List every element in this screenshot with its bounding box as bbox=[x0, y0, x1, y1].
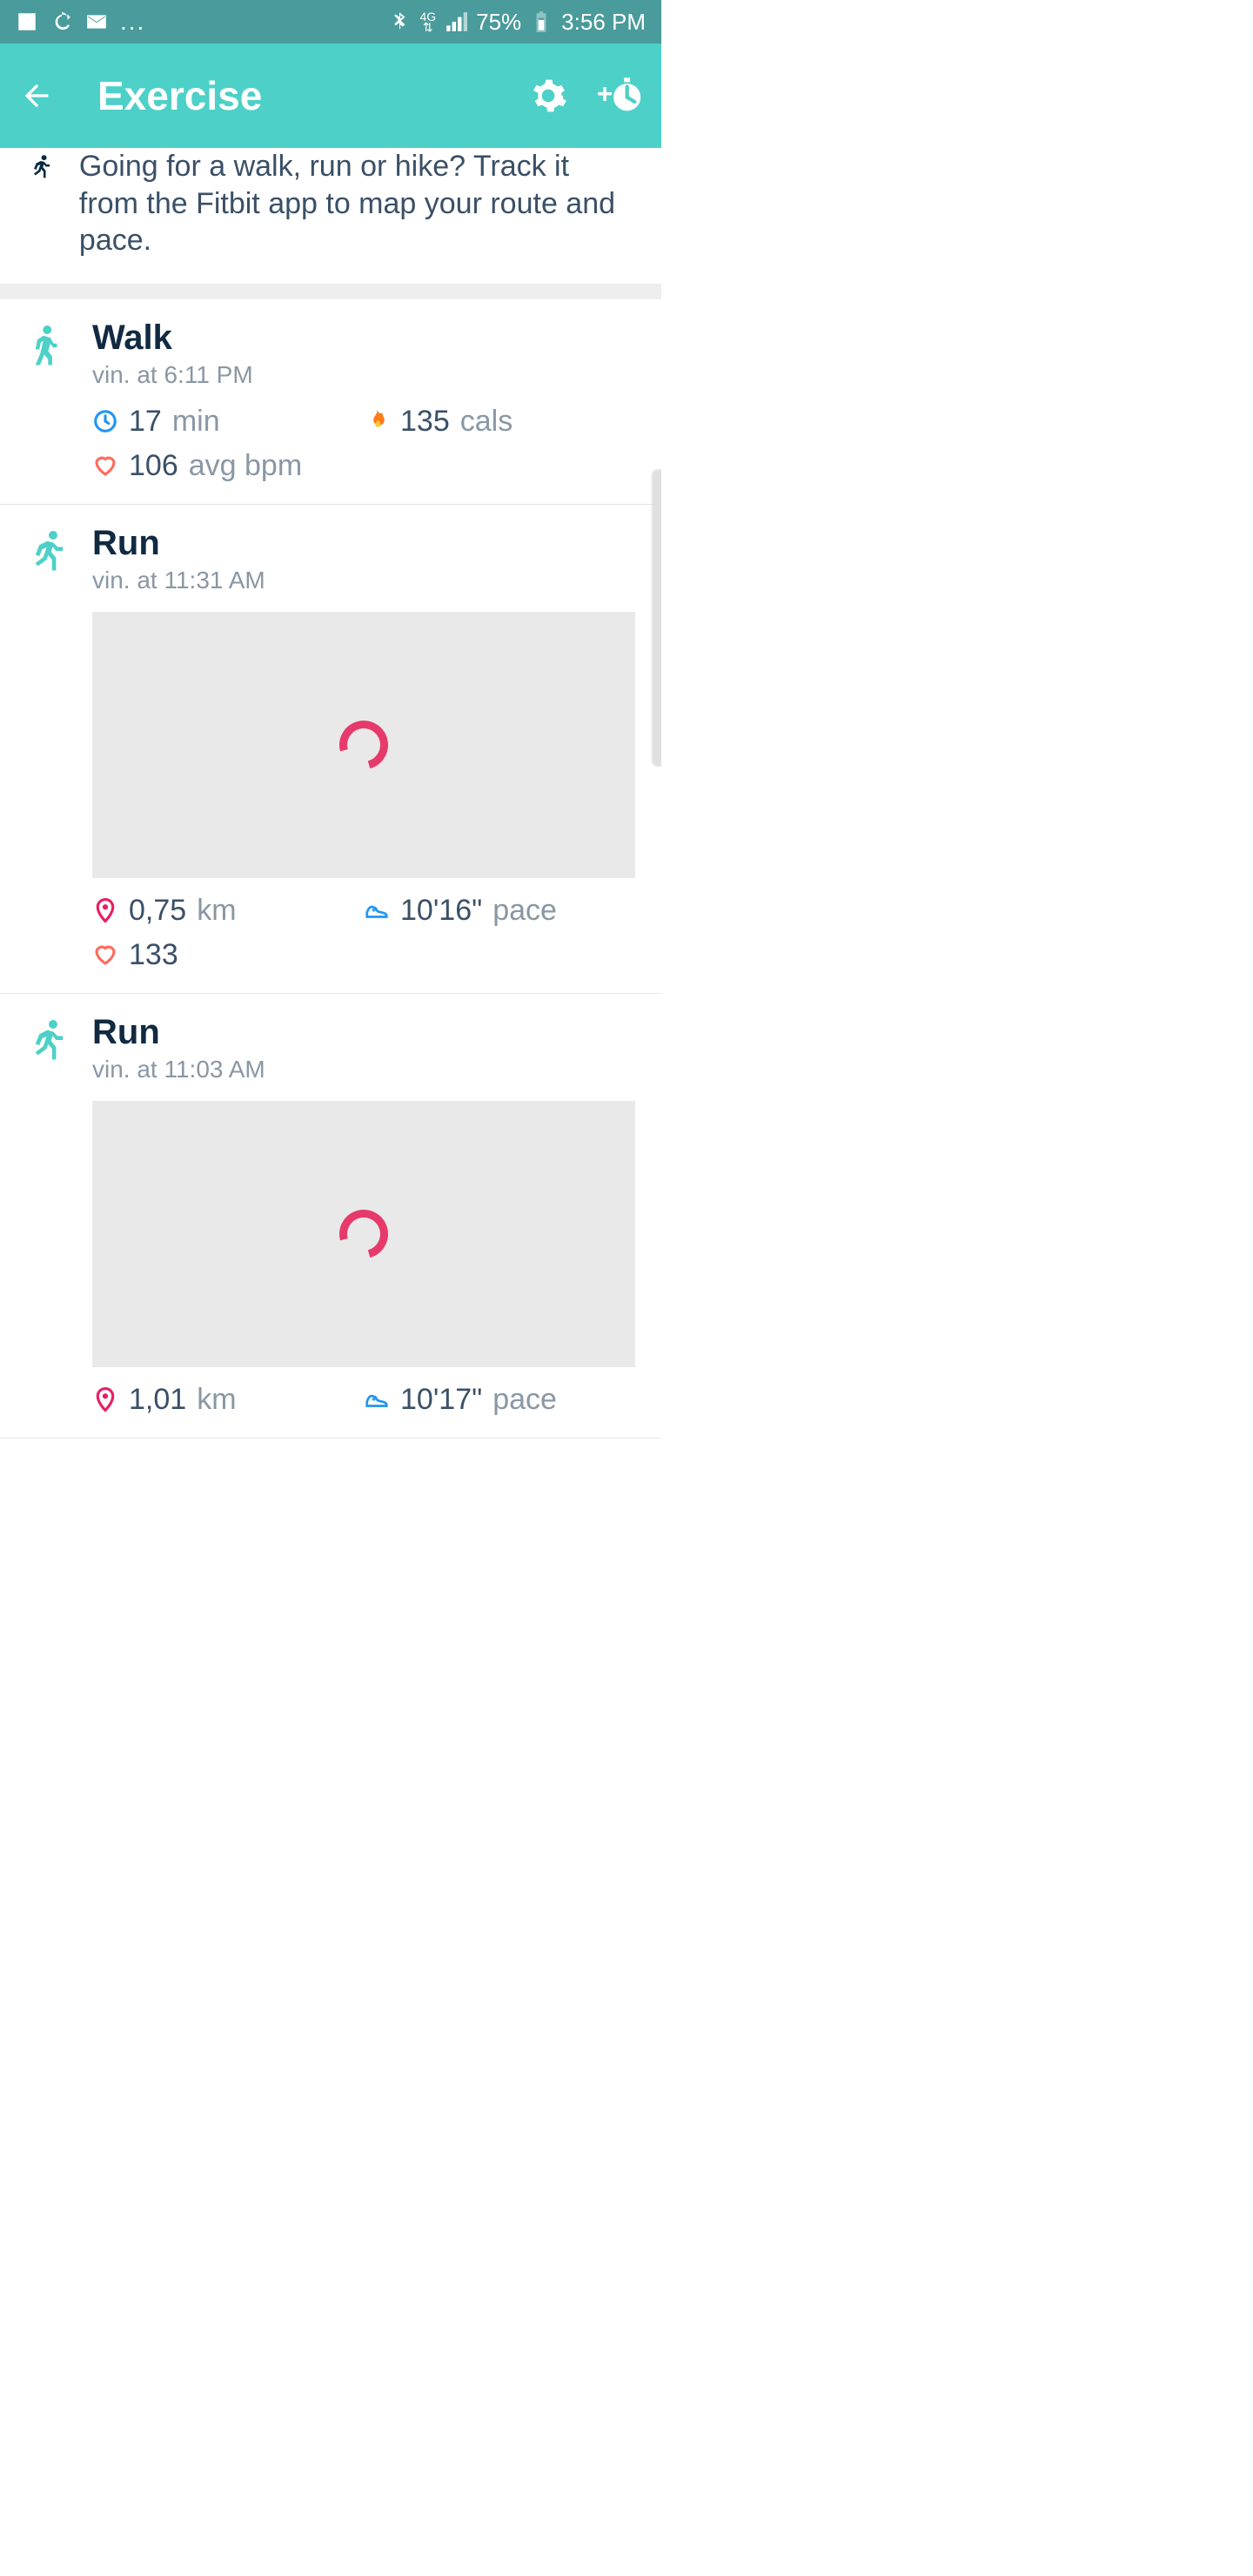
stat-shoe: 10'16" pace bbox=[364, 894, 635, 928]
stat-shoe: 10'17" pace bbox=[364, 1383, 635, 1417]
add-stopwatch-icon[interactable]: + bbox=[597, 73, 642, 118]
signal-icon bbox=[445, 10, 467, 33]
exercise-row[interactable]: Walk vin. at 6:11 PM 17 min 135 cals 106 avg bp… bbox=[0, 299, 661, 505]
stat-value: 135 bbox=[400, 405, 450, 439]
exercise-subtitle: vin. at 6:11 PM bbox=[92, 361, 635, 389]
svg-text:+: + bbox=[597, 79, 613, 110]
flame-icon bbox=[364, 408, 390, 434]
stat-unit: km bbox=[197, 894, 236, 928]
picture-icon bbox=[16, 10, 38, 33]
mail-icon bbox=[85, 10, 108, 33]
stat-pin: 1,01 km bbox=[92, 1383, 364, 1417]
more-notifications-icon: ... bbox=[120, 17, 145, 26]
exercise-subtitle: vin. at 11:31 AM bbox=[92, 567, 635, 594]
stat-value: 0,75 bbox=[129, 894, 186, 928]
status-bar: ... 4G ⇅ 75% 3:56 PM bbox=[0, 0, 661, 44]
bluetooth-icon bbox=[388, 10, 411, 33]
stat-value: 1,01 bbox=[129, 1383, 186, 1417]
stat-heart: 133 bbox=[92, 938, 364, 972]
exercise-title: Walk bbox=[92, 319, 635, 358]
heart-icon bbox=[92, 942, 118, 968]
walk-icon bbox=[22, 322, 69, 369]
stat-unit: min bbox=[172, 405, 220, 439]
exercise-title: Run bbox=[92, 524, 635, 563]
pin-icon bbox=[92, 1386, 118, 1412]
loading-spinner-icon bbox=[331, 1200, 397, 1266]
stat-unit: pace bbox=[492, 1383, 557, 1417]
scroll-handle[interactable] bbox=[653, 470, 661, 766]
clock-time: 3:56 PM bbox=[561, 9, 646, 36]
gear-icon[interactable] bbox=[529, 77, 567, 115]
stat-pin: 0,75 km bbox=[92, 894, 364, 928]
map-placeholder bbox=[92, 612, 635, 878]
runner-icon bbox=[26, 153, 53, 180]
stat-value: 106 bbox=[129, 449, 178, 483]
run-icon bbox=[22, 1016, 69, 1063]
stat-unit: avg bpm bbox=[189, 449, 302, 483]
clock-icon bbox=[92, 408, 118, 434]
app-bar: Exercise + bbox=[0, 44, 661, 148]
back-arrow-icon[interactable] bbox=[19, 78, 54, 113]
stat-unit: km bbox=[197, 1383, 236, 1417]
shoe-icon bbox=[364, 897, 390, 923]
heart-icon bbox=[92, 453, 118, 479]
loading-spinner-icon bbox=[331, 711, 397, 777]
exercise-row[interactable]: Run vin. at 11:31 AM 0,75 km 10'16" pace 133 bbox=[0, 505, 661, 994]
stat-value: 17 bbox=[129, 405, 162, 439]
run-icon bbox=[22, 527, 69, 574]
info-banner-text: Going for a walk, run or hike? Track it … bbox=[79, 148, 635, 259]
info-banner[interactable]: Going for a walk, run or hike? Track it … bbox=[0, 148, 661, 284]
battery-icon bbox=[530, 10, 553, 33]
exercise-title: Run bbox=[92, 1013, 635, 1052]
exercise-row[interactable]: Run vin. at 11:03 AM 1,01 km 10'17" pace bbox=[0, 994, 661, 1439]
network-type-label: 4G ⇅ bbox=[419, 11, 436, 32]
stat-unit: cals bbox=[460, 405, 513, 439]
battery-percent: 75% bbox=[476, 9, 521, 36]
stat-heart: 106 avg bpm bbox=[92, 449, 364, 483]
shoe-icon bbox=[364, 1386, 390, 1412]
stat-unit: pace bbox=[492, 894, 557, 928]
section-divider bbox=[0, 284, 661, 299]
stat-value: 10'17" bbox=[400, 1383, 482, 1417]
stat-value: 133 bbox=[129, 938, 178, 972]
sync-icon bbox=[50, 10, 73, 33]
stat-clock: 17 min bbox=[92, 405, 364, 439]
exercise-subtitle: vin. at 11:03 AM bbox=[92, 1056, 635, 1083]
stat-value: 10'16" bbox=[400, 894, 482, 928]
page-title: Exercise bbox=[97, 72, 499, 119]
stat-flame: 135 cals bbox=[364, 405, 635, 439]
map-placeholder bbox=[92, 1101, 635, 1367]
pin-icon bbox=[92, 897, 118, 923]
